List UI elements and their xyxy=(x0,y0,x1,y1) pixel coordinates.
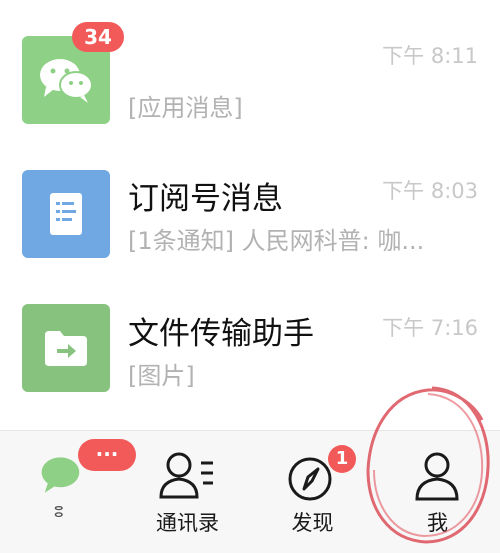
unread-count-badge: 34 xyxy=(72,22,124,52)
tab-contacts-label: 通讯录 xyxy=(156,511,219,535)
chat-title: 订阅号消息 xyxy=(128,181,283,217)
chats-tab-small-glyph: ⵓ xyxy=(54,503,64,521)
chat-item-subscriptions[interactable]: 订阅号消息 下午 8:03 [1条通知] 人民网科普: 咖... xyxy=(0,125,500,258)
bottom-tab-bar: ··· ⵓ 通讯录 1 发现 我 xyxy=(0,430,500,553)
chat-time: 下午 8:03 xyxy=(382,179,478,203)
tab-discover[interactable]: 1 发现 xyxy=(250,431,375,553)
file-transfer-avatar xyxy=(22,304,110,392)
tab-chats[interactable]: ··· ⵓ xyxy=(0,431,136,553)
chat-title: 文件传输助手 xyxy=(128,316,314,352)
subscription-avatar xyxy=(22,170,110,258)
contacts-icon xyxy=(159,452,213,499)
tab-contacts[interactable]: 通讯录 xyxy=(125,431,250,553)
chat-time: 下午 8:11 xyxy=(382,44,478,68)
tab-discover-label: 发现 xyxy=(291,511,334,535)
chat-preview: [图片] xyxy=(128,362,195,390)
document-icon xyxy=(50,193,82,235)
wechat-icon xyxy=(40,59,93,103)
person-icon xyxy=(415,452,459,501)
tab-me[interactable]: 我 xyxy=(375,431,500,553)
chat-preview: [应用消息] xyxy=(128,94,243,122)
discover-badge: 1 xyxy=(328,445,356,473)
chat-preview: [1条通知] 人民网科普: 咖... xyxy=(128,227,425,255)
tab-me-label: 我 xyxy=(427,511,448,535)
chat-item-file-transfer[interactable]: 文件传输助手 下午 7:16 [图片] xyxy=(0,260,500,392)
folder-transfer-icon xyxy=(45,331,87,366)
chat-item-app-messages[interactable]: 34 下午 8:11 [应用消息] xyxy=(0,0,500,125)
chat-time: 下午 7:16 xyxy=(382,316,478,340)
